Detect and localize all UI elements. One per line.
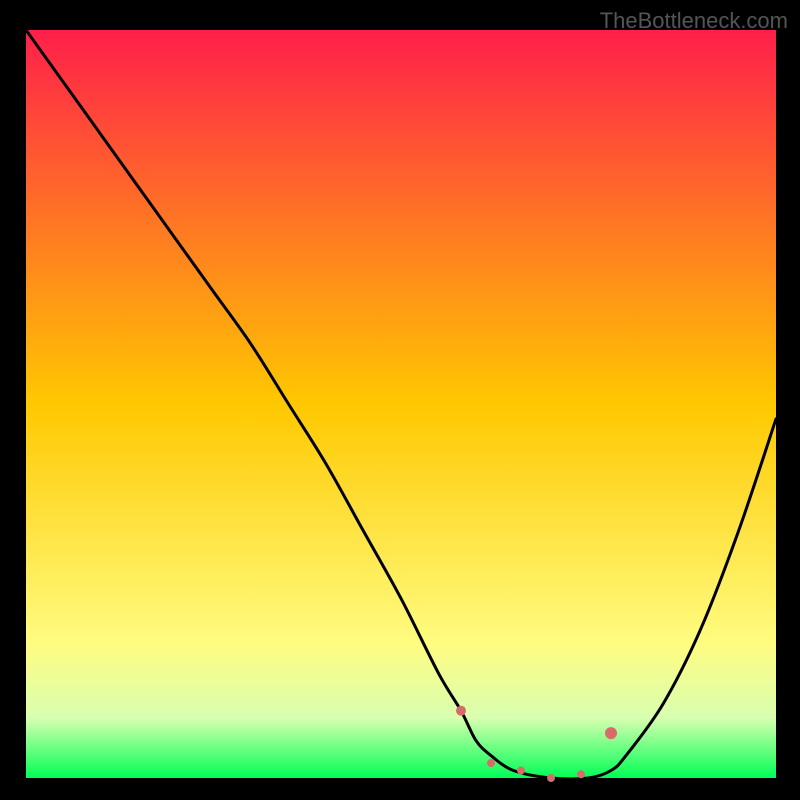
bottleneck-curve bbox=[26, 30, 776, 779]
marker-fit-end bbox=[605, 727, 617, 739]
chart-plot-area bbox=[26, 30, 776, 778]
marker-fit-start bbox=[456, 706, 466, 716]
marker-fit-c bbox=[547, 774, 555, 782]
marker-fit-b bbox=[517, 767, 525, 775]
watermark-text: TheBottleneck.com bbox=[600, 8, 788, 34]
marker-fit-a bbox=[487, 759, 495, 767]
marker-fit-d bbox=[577, 770, 585, 778]
chart-curve-layer bbox=[26, 30, 776, 778]
